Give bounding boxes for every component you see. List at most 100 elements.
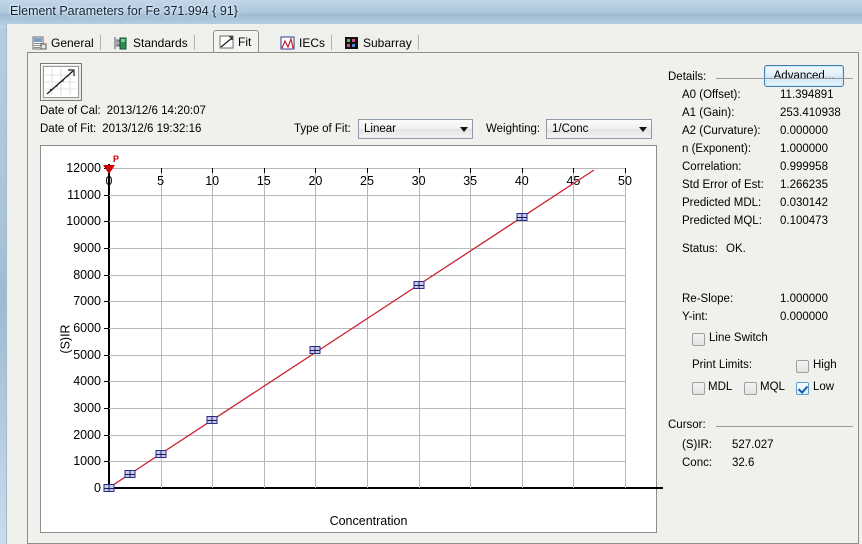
y-tick-label: 10000 xyxy=(41,214,101,228)
detail-key: A2 (Curvature): xyxy=(682,125,761,137)
type-of-fit-label: Type of Fit: xyxy=(294,123,351,135)
cursor-conc-label: Conc: xyxy=(682,457,712,469)
y-tick-label: 8000 xyxy=(41,268,101,282)
x-tick xyxy=(625,168,626,173)
y-tick-label: 1000 xyxy=(41,454,101,468)
date-of-cal-value: 2013/12/6 14:20:07 xyxy=(107,105,206,117)
y-tick-label: 3000 xyxy=(41,401,101,415)
chart-plot-area: 12000 11000 10000 9000 8000 7000 6000 50… xyxy=(109,168,625,488)
tab-divider xyxy=(100,35,101,50)
p-marker-icon[interactable] xyxy=(103,165,115,174)
detail-value: 1.266235 xyxy=(780,179,828,191)
y-tick-label: 7000 xyxy=(41,294,101,308)
details-separator xyxy=(716,78,853,79)
date-of-fit-row: Date of Fit: 2013/12/6 19:32:16 xyxy=(40,123,201,135)
high-checkbox[interactable] xyxy=(796,360,809,373)
yint-label: Y-int: xyxy=(682,311,708,323)
detail-key: n (Exponent): xyxy=(682,143,751,155)
tab-subarray[interactable]: Subarray xyxy=(339,32,419,53)
graph-view-button[interactable] xyxy=(40,63,82,101)
status-value: OK. xyxy=(726,243,746,255)
data-point[interactable] xyxy=(207,416,218,424)
detail-key: Predicted MDL: xyxy=(682,197,761,209)
details-header: Details: xyxy=(668,71,706,83)
standards-icon xyxy=(114,36,129,50)
detail-key: Correlation: xyxy=(682,161,741,173)
detail-key: A0 (Offset): xyxy=(682,89,741,101)
y-tick-label: 11000 xyxy=(41,188,101,202)
chevron-down-icon[interactable] xyxy=(634,120,651,138)
weighting-value: 1/Conc xyxy=(552,123,588,135)
yint-value: 0.000000 xyxy=(780,311,828,323)
detail-key: Std Error of Est: xyxy=(682,179,764,191)
reslope-label: Re-Slope: xyxy=(682,293,733,305)
low-checkbox[interactable] xyxy=(796,382,809,395)
detail-value: 0.999958 xyxy=(780,161,828,173)
y-tick-label: 12000 xyxy=(41,161,101,175)
tab-subarray-label: Subarray xyxy=(363,36,412,50)
mdl-checkbox[interactable] xyxy=(692,382,705,395)
tab-fit-label: Fit xyxy=(238,35,251,49)
tab-standards[interactable]: Standards xyxy=(109,32,195,53)
line-switch-checkbox[interactable] xyxy=(692,333,705,346)
iecs-icon xyxy=(280,36,295,50)
weighting-select[interactable]: 1/Conc xyxy=(546,119,652,139)
chart-x-axis-label: Concentration xyxy=(41,514,656,528)
y-tick-label: 6000 xyxy=(41,321,101,335)
tab-divider xyxy=(194,35,195,50)
data-point[interactable] xyxy=(310,346,321,354)
date-of-cal-row: Date of Cal: 2013/12/6 14:20:07 xyxy=(40,105,206,117)
detail-value: 253.410938 xyxy=(780,107,841,119)
data-point[interactable] xyxy=(104,484,115,492)
tab-iecs[interactable]: IECs xyxy=(275,32,332,53)
data-point[interactable] xyxy=(413,281,424,289)
cursor-conc-value: 32.6 xyxy=(732,457,754,469)
calibration-chart[interactable]: (S)IR Concentration xyxy=(40,145,657,533)
low-label: Low xyxy=(813,381,834,393)
window-title: Element Parameters for Fe 371.994 { 91} xyxy=(10,4,238,18)
dialog-client-area: General Standards xyxy=(6,24,862,544)
tab-divider xyxy=(331,35,332,50)
type-of-fit-select[interactable]: Linear xyxy=(358,119,473,139)
tab-standards-label: Standards xyxy=(133,36,188,50)
mql-label: MQL xyxy=(760,381,785,393)
date-of-fit-value: 2013/12/6 19:32:16 xyxy=(102,123,201,135)
type-of-fit-value: Linear xyxy=(364,123,396,135)
y-tick-label: 0 xyxy=(41,481,101,495)
cursor-separator xyxy=(716,426,853,427)
tab-iecs-label: IECs xyxy=(299,36,325,50)
status-label: Status: xyxy=(682,243,718,255)
weighting-label: Weighting: xyxy=(486,123,540,135)
tab-fit[interactable]: Fit xyxy=(213,30,259,53)
y-tick-label: 9000 xyxy=(41,241,101,255)
y-tick-label: 4000 xyxy=(41,374,101,388)
date-of-fit-label: Date of Fit: xyxy=(40,123,96,135)
tab-general[interactable]: General xyxy=(27,32,101,53)
p-marker-label: P xyxy=(113,154,119,164)
cursor-sir-value: 527.027 xyxy=(732,439,774,451)
detail-value: 11.394891 xyxy=(780,89,834,101)
detail-key: A1 (Gain): xyxy=(682,107,734,119)
data-point[interactable] xyxy=(516,213,527,221)
detail-value: 0.100473 xyxy=(780,215,828,227)
data-point[interactable] xyxy=(124,470,135,478)
detail-value: 0.000000 xyxy=(780,125,828,137)
details-panel: Details: A0 (Offset): 11.394891 A1 (Gain… xyxy=(668,71,853,541)
y-tick-label: 5000 xyxy=(41,348,101,362)
data-point[interactable] xyxy=(155,450,166,458)
chevron-down-icon[interactable] xyxy=(455,120,472,138)
date-of-cal-label: Date of Cal: xyxy=(40,105,101,117)
detail-key: Predicted MQL: xyxy=(682,215,762,227)
reslope-value: 1.000000 xyxy=(780,293,828,305)
subarray-icon xyxy=(344,36,359,50)
mql-checkbox[interactable] xyxy=(744,382,757,395)
gridline-v xyxy=(625,168,626,488)
detail-value: 1.000000 xyxy=(780,143,828,155)
cursor-header: Cursor: xyxy=(668,419,706,431)
mdl-label: MDL xyxy=(708,381,732,393)
detail-value: 0.030142 xyxy=(780,197,828,209)
cursor-sir-label: (S)IR: xyxy=(682,439,712,451)
dialog-window: Element Parameters for Fe 371.994 { 91} … xyxy=(0,0,862,544)
tab-divider xyxy=(418,35,419,50)
print-limits-label: Print Limits: xyxy=(692,359,752,371)
